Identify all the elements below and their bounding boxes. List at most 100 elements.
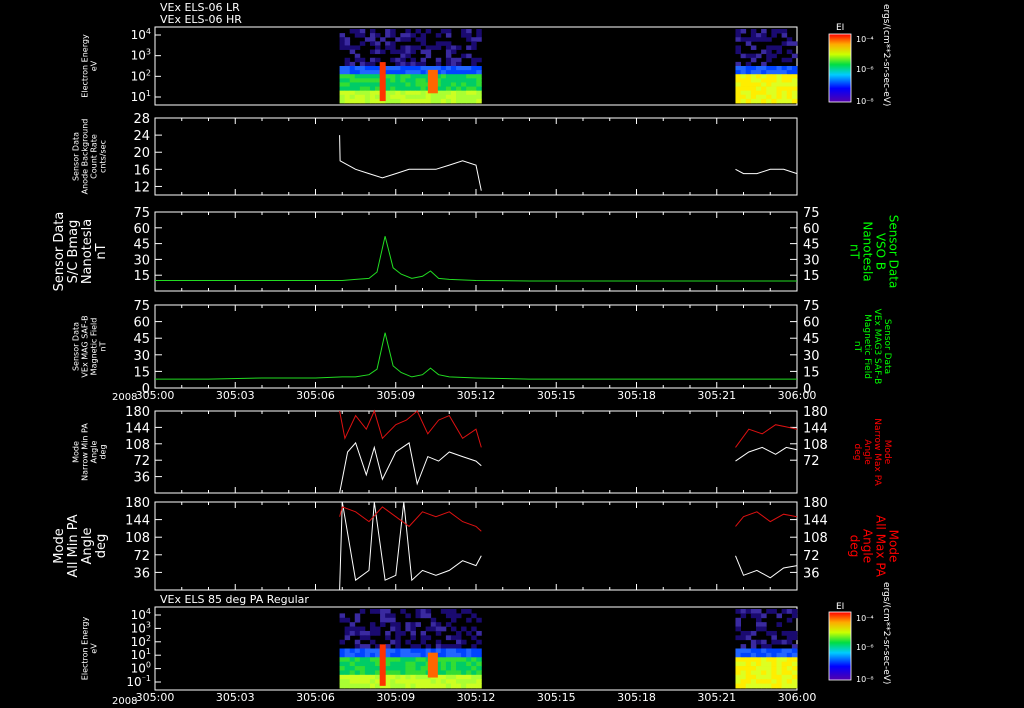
colorbar-bottom-tick-3: 10⁻⁸ — [856, 675, 874, 684]
spectrogram-cell — [375, 630, 381, 636]
spectrogram-cell — [405, 666, 411, 671]
spectrogram-cell — [344, 98, 351, 104]
spectrogram-cell — [761, 626, 767, 632]
spectrogram-cell — [420, 37, 427, 42]
spectrogram-cell — [466, 661, 472, 667]
spectrogram-cell — [761, 622, 767, 627]
spectrogram-cell — [420, 33, 427, 38]
ytick-label: 30 — [133, 349, 150, 364]
spectrogram-cell — [420, 66, 427, 71]
spectrogram-cell — [786, 82, 793, 87]
spectrogram-cell — [364, 644, 371, 649]
spectrogram-cell — [339, 66, 346, 71]
spectrogram-cell — [781, 70, 788, 75]
spectrogram-cell — [369, 82, 376, 87]
spectrogram-cell — [410, 657, 416, 663]
spectrogram-cell — [791, 630, 798, 636]
spectrogram-cell — [380, 49, 386, 55]
spectrogram-cell — [440, 74, 447, 79]
spectrogram-cell — [745, 679, 752, 685]
spectrogram-cell — [445, 70, 452, 75]
series-line-red — [339, 506, 798, 532]
spectrogram-cell — [415, 86, 421, 92]
ytick-label: 28 — [133, 112, 150, 127]
spectrogram-cell — [405, 86, 411, 92]
spectrogram-cell — [776, 78, 783, 83]
spectrogram-cell — [354, 90, 361, 96]
spectrogram-cell — [750, 53, 757, 59]
spectrogram-cell — [364, 679, 371, 685]
spectrogram-cell — [750, 66, 757, 71]
spectrogram-cell — [745, 630, 752, 636]
spectrogram-cell — [364, 90, 371, 96]
spectrogram-cell — [445, 66, 452, 71]
spectrogram-cell — [776, 29, 783, 34]
spectrogram-cell — [420, 679, 427, 685]
spectrogram-cell — [375, 33, 381, 38]
spectrogram-cell — [750, 29, 757, 34]
spectrogram-cell — [445, 661, 452, 667]
spectrogram-cell — [781, 41, 788, 46]
spectrogram-cell — [761, 683, 767, 689]
spectrogram-cell — [456, 613, 462, 619]
spectrogram-cell — [755, 90, 762, 96]
spectrogram-cell — [456, 61, 462, 67]
spectrogram-cell — [471, 94, 477, 100]
spectrogram-cell — [445, 674, 452, 680]
ytick-label: 12 — [133, 180, 150, 195]
spectrogram-cell — [750, 82, 757, 87]
spectrogram-cell — [359, 630, 366, 636]
spectrogram-cell — [354, 661, 361, 667]
spectrogram-cell — [349, 86, 356, 92]
spectrogram-cell — [359, 74, 366, 79]
spectrogram-cell — [445, 679, 452, 685]
spectrogram-cell — [771, 94, 777, 100]
spectrogram-cell — [476, 37, 482, 42]
spectrogram-cell — [786, 609, 793, 614]
ylabel-right-line: deg — [848, 535, 862, 558]
spectrogram-cell — [410, 74, 416, 79]
ytick-right-label: 180 — [803, 496, 828, 511]
spectrogram-cell — [390, 657, 396, 663]
spectrogram-cell — [745, 70, 752, 75]
spectrogram-cell — [410, 82, 416, 87]
spectrogram-cell — [750, 657, 757, 663]
spectrogram-cell — [400, 666, 406, 671]
spectrogram-cell — [400, 61, 406, 67]
spectrogram-cell — [761, 78, 767, 83]
spectrogram-cell — [415, 70, 421, 75]
spectrogram-cell — [354, 674, 361, 680]
spectrogram-cell — [375, 674, 381, 680]
spectrogram-cell — [440, 648, 447, 654]
xtick-label: 305:00 — [136, 389, 175, 402]
spectrogram-cell — [471, 61, 477, 67]
spectrogram-cell — [359, 70, 366, 75]
spectrogram-cell — [766, 90, 772, 96]
spectrogram-cell — [461, 626, 467, 632]
spectrogram-cell — [791, 94, 798, 100]
spectrogram-cell — [364, 670, 371, 676]
year-label-mid: 2008 — [112, 392, 137, 403]
spectrogram-cell — [456, 657, 462, 663]
spectrogram-cell — [740, 674, 747, 680]
ytick-label: 15 — [133, 365, 150, 380]
spectrogram-cell — [400, 652, 406, 658]
spectrogram-cell — [415, 74, 421, 79]
spectrogram-cell — [750, 661, 757, 667]
spectrogram-hotspot — [427, 69, 438, 94]
spectrogram-cell — [755, 94, 762, 100]
spectrogram-cell — [461, 94, 467, 100]
spectrogram-cell — [471, 37, 477, 42]
spectrogram-cell — [786, 661, 793, 667]
spectrogram-cell — [390, 66, 396, 71]
spectrogram-interval — [735, 609, 798, 689]
spectrogram-cell — [745, 37, 752, 42]
spectrogram-cell — [385, 679, 391, 685]
colorbar-top-units: ergs/(cm**2-sr-sec-eV) — [881, 4, 891, 106]
ylabel-line: eV — [90, 643, 99, 654]
xtick-label: 305:12 — [457, 691, 496, 704]
spectrogram-cell — [761, 648, 767, 654]
spectrogram-cell — [375, 683, 381, 689]
ytick-label: 20 — [133, 146, 150, 161]
ytick-right-label: 75 — [803, 206, 820, 221]
